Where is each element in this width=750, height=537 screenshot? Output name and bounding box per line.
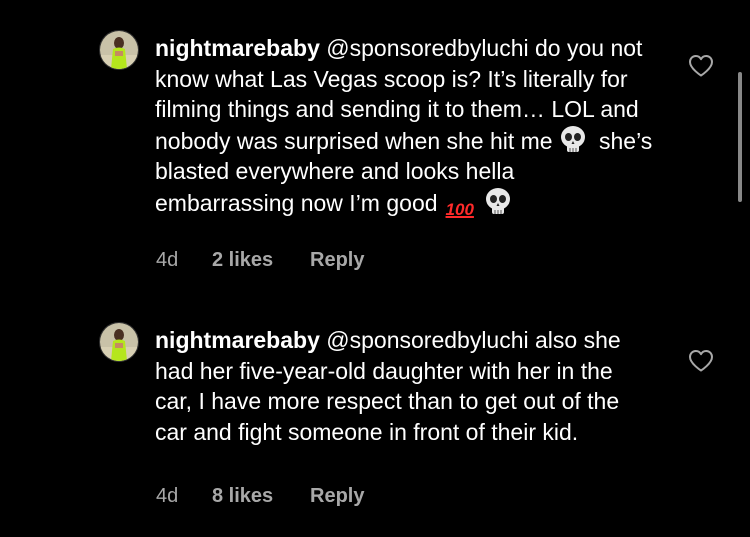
- avatar[interactable]: [99, 322, 139, 362]
- scrollbar[interactable]: [738, 72, 742, 202]
- heart-icon[interactable]: [688, 54, 714, 78]
- comment-age: 4d: [156, 485, 179, 507]
- skull-emoji-icon: [484, 187, 512, 217]
- reply-button[interactable]: Reply: [310, 249, 364, 272]
- comment-text: nightmarebaby @sponsoredbyluchi do you n…: [155, 33, 655, 225]
- comment-meta: 4d 2 likes Reply: [156, 249, 364, 272]
- comment-username[interactable]: nightmarebaby: [155, 35, 320, 61]
- heart-icon[interactable]: [688, 349, 714, 373]
- comment-mention[interactable]: @sponsoredbyluchi: [326, 327, 528, 353]
- comment-age: 4d: [156, 249, 179, 271]
- avatar[interactable]: [99, 30, 139, 70]
- skull-emoji-icon: [559, 125, 587, 155]
- likes-count[interactable]: 2 likes: [212, 249, 310, 272]
- likes-count[interactable]: 8 likes: [212, 485, 310, 508]
- hundred-points-emoji-icon: 100: [445, 199, 474, 219]
- comment-meta: 4d 8 likes Reply: [156, 485, 364, 508]
- comment-text: nightmarebaby @sponsoredbyluchi also she…: [155, 325, 655, 447]
- reply-button[interactable]: Reply: [310, 485, 364, 508]
- comment-mention[interactable]: @sponsoredbyluchi: [326, 35, 528, 61]
- comment-username[interactable]: nightmarebaby: [155, 327, 320, 353]
